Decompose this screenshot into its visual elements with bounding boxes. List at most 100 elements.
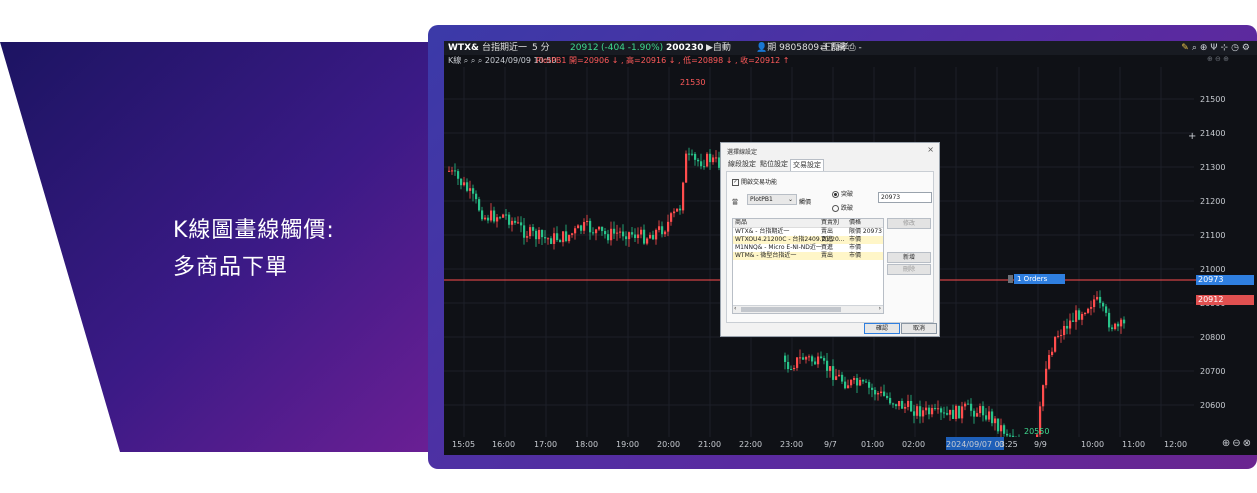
zoom-in-icon[interactable]: ⊕ bbox=[1200, 43, 1211, 53]
candle-body bbox=[886, 395, 889, 398]
candle-body bbox=[826, 360, 829, 371]
x-tick-label: 22:00 bbox=[739, 440, 763, 449]
candle-body bbox=[583, 222, 586, 231]
candle-body bbox=[637, 234, 640, 239]
add-button[interactable]: 新增 bbox=[887, 252, 931, 263]
enable-trade-checkbox[interactable]: ✓ 開啟交易功能 bbox=[732, 177, 777, 186]
candle-body bbox=[829, 366, 832, 371]
header-side: 買賣別 bbox=[821, 219, 840, 226]
candle-body bbox=[448, 170, 451, 172]
table-row[interactable]: WTM& - 微型台指近一 賣出 市價 bbox=[733, 252, 883, 260]
candle-body bbox=[856, 378, 859, 386]
close-icon[interactable]: × bbox=[927, 145, 934, 154]
delete-button[interactable]: 刪除 bbox=[887, 264, 931, 275]
symbol-code[interactable]: WTX& bbox=[448, 41, 479, 55]
candle-body bbox=[676, 208, 679, 212]
candle-body bbox=[823, 358, 826, 361]
candle-body bbox=[928, 407, 931, 415]
candle-body bbox=[811, 356, 814, 362]
zoom-out-icon[interactable]: ⊖ bbox=[1232, 438, 1242, 449]
candle-body bbox=[997, 418, 1000, 432]
x-tick-label: 9/7 bbox=[824, 440, 837, 449]
candle-body bbox=[895, 404, 898, 407]
ok-button[interactable]: 確認 bbox=[864, 323, 900, 334]
candle-body bbox=[1096, 296, 1099, 300]
candle-body bbox=[457, 171, 460, 179]
candle-body bbox=[673, 211, 676, 214]
line-settings-dialog: 選擇線設定 × 線段設定 點位設定 交易設定 ✓ 開啟交易功能 突破 跌破 當 P… bbox=[720, 142, 940, 337]
fit-icon[interactable]: ⊗ bbox=[1243, 438, 1253, 449]
candle-body bbox=[1072, 320, 1075, 322]
candle-body bbox=[580, 225, 583, 231]
candle-body bbox=[904, 406, 907, 409]
candle-body bbox=[1090, 307, 1093, 309]
candle-body bbox=[946, 413, 949, 415]
row-price: 市價 bbox=[849, 236, 862, 243]
crosshair-icon[interactable]: ⊹ bbox=[1221, 43, 1232, 53]
candle-body bbox=[466, 182, 469, 191]
table-row[interactable]: WTXOU4.21200C - 台指2409.21.20... 買進 市價 bbox=[733, 236, 883, 244]
symbol-name[interactable]: 台指期近一 bbox=[482, 41, 527, 55]
candle-body bbox=[907, 400, 910, 407]
tab-point-settings[interactable]: 點位設定 bbox=[758, 159, 790, 170]
candle-body bbox=[592, 232, 595, 234]
trigger-price-tag[interactable]: 20973 bbox=[1196, 275, 1254, 285]
candle-body bbox=[973, 410, 976, 417]
candle-body bbox=[910, 400, 913, 412]
scroll-left-icon[interactable]: ‹ bbox=[734, 305, 736, 312]
candle-body bbox=[565, 231, 568, 242]
radio-cross-down[interactable]: 跌破 bbox=[832, 203, 853, 212]
candle-body bbox=[625, 236, 628, 240]
candle-body bbox=[838, 374, 841, 377]
chart-corner-icons[interactable]: ⊕ ⊖ ⊕ bbox=[1207, 55, 1229, 63]
cancel-button[interactable]: 取消 bbox=[901, 323, 937, 334]
candle-body bbox=[832, 366, 835, 380]
table-scrollbar[interactable]: ‹ › bbox=[733, 305, 883, 313]
candle-body bbox=[784, 355, 787, 362]
candle-body bbox=[715, 157, 718, 159]
order-button[interactable]: ⇄下單 ⎙ - bbox=[820, 41, 862, 55]
candle-body bbox=[472, 188, 475, 194]
y-tick-label: 20600 bbox=[1200, 401, 1226, 410]
indicator-select[interactable]: PlotPB1 ⌄ bbox=[747, 194, 797, 205]
candle-body bbox=[619, 231, 622, 233]
trigger-price-input[interactable]: 20973 bbox=[878, 192, 932, 203]
candle-body bbox=[478, 199, 481, 211]
clock-icon[interactable]: ◷ bbox=[1231, 43, 1242, 53]
candle-body bbox=[1087, 308, 1090, 313]
caption-line2: 多商品下單 bbox=[173, 255, 289, 280]
magnify-icon[interactable]: ⌕ bbox=[1192, 43, 1200, 53]
table-row[interactable]: M1NNQ& - Micro E-NI-ND近一 買進 市價 bbox=[733, 244, 883, 252]
candle-body bbox=[976, 413, 979, 417]
auto-button[interactable]: ▶自動 bbox=[706, 41, 731, 55]
candle-body bbox=[706, 153, 709, 167]
modify-button[interactable]: 修改 bbox=[887, 218, 931, 229]
indicator-icon[interactable]: Ψ bbox=[1210, 43, 1220, 53]
scroll-thumb[interactable] bbox=[741, 307, 841, 312]
interval-selector[interactable]: 5 分 bbox=[532, 41, 550, 55]
tab-line-settings[interactable]: 線段設定 bbox=[726, 159, 758, 170]
table-row[interactable]: WTX& - 台指期近一 賣出 限價 20973 bbox=[733, 228, 883, 236]
orders-handle[interactable] bbox=[1008, 275, 1013, 283]
candle-body bbox=[670, 213, 673, 222]
candle-body bbox=[646, 238, 649, 244]
candle-body bbox=[1093, 299, 1096, 308]
candle-body bbox=[688, 153, 691, 155]
candle-body bbox=[1108, 312, 1111, 328]
header-price: 價格 bbox=[849, 219, 862, 226]
candle-body bbox=[1102, 302, 1105, 307]
zoom-in-icon[interactable]: ⊕ bbox=[1222, 438, 1232, 449]
candle-body bbox=[556, 233, 559, 241]
draw-icon[interactable]: ✎ bbox=[1181, 43, 1192, 53]
candle-body bbox=[955, 405, 958, 419]
candle-body bbox=[475, 193, 478, 200]
scroll-right-icon[interactable]: › bbox=[879, 305, 881, 312]
candle-body bbox=[682, 182, 685, 211]
candle-body bbox=[484, 217, 487, 220]
tab-trade-settings[interactable]: 交易設定 bbox=[790, 159, 824, 171]
toolbar: WTX& 台指期近一 5 分 20912 (-404 -1.90%) 20023… bbox=[444, 41, 1257, 55]
candle-body bbox=[490, 210, 493, 221]
settings-icon[interactable]: ⚙ bbox=[1242, 43, 1253, 53]
orders-tag[interactable]: 1 Orders bbox=[1014, 274, 1065, 284]
radio-cross-up[interactable]: 突破 bbox=[832, 189, 853, 198]
